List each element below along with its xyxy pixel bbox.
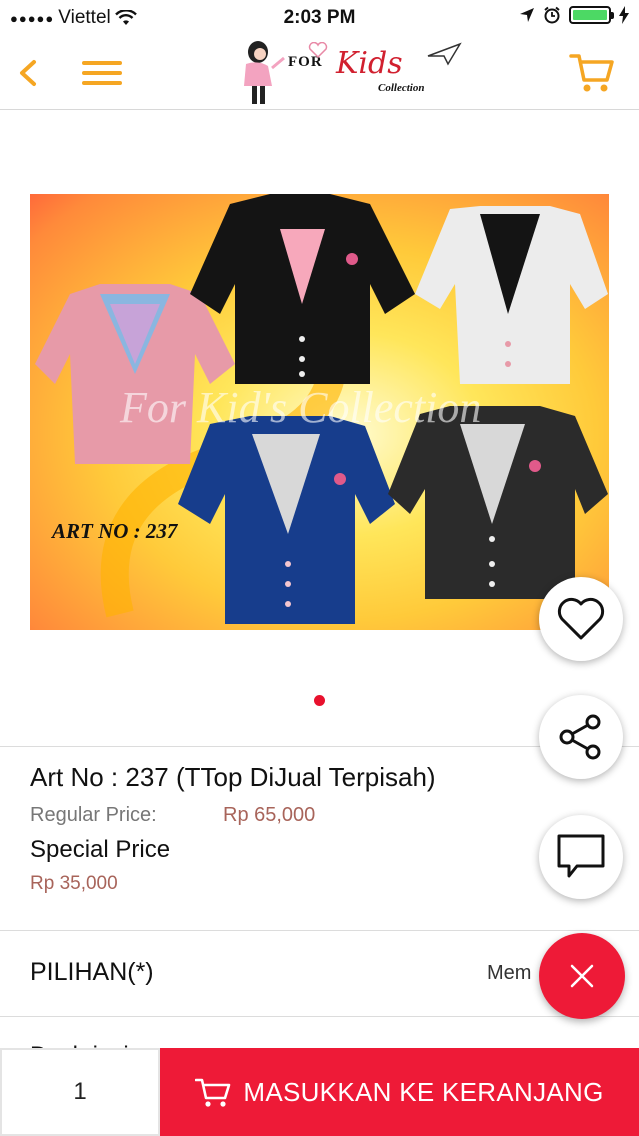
logo-text-collection: Collection xyxy=(378,82,425,94)
cart-icon xyxy=(195,1078,231,1107)
product-title: Art No : 237 (TTop DiJual Terpisah) xyxy=(30,762,436,792)
share-button[interactable] xyxy=(539,695,623,779)
quantity-input[interactable]: 1 xyxy=(0,1048,160,1136)
menu-icon[interactable] xyxy=(80,56,124,90)
carousel-indicator-active[interactable] xyxy=(314,695,325,706)
battery-fill xyxy=(573,10,607,20)
brand-logo[interactable]: FOR Kids Collection xyxy=(228,36,468,108)
image-art-label: ART NO : 237 xyxy=(52,519,178,543)
divider xyxy=(0,1016,639,1017)
options-select[interactable]: Mem xyxy=(487,962,531,985)
logo-paper-plane-icon xyxy=(427,42,462,66)
close-fab-button[interactable] xyxy=(539,933,625,1019)
regular-price-value: Rp 65,000 xyxy=(223,804,316,826)
share-icon xyxy=(559,714,601,760)
cart-icon[interactable] xyxy=(569,50,615,94)
charging-bolt-icon xyxy=(619,6,629,24)
back-chevron-icon[interactable] xyxy=(12,56,42,90)
special-price-value: Rp 35,000 xyxy=(30,873,118,894)
alarm-clock-icon xyxy=(544,6,560,24)
heart-icon xyxy=(557,597,605,640)
location-arrow-icon xyxy=(520,8,534,22)
product-image[interactable]: For Kid's Collection ART NO : 237 xyxy=(30,194,609,630)
battery-icon xyxy=(569,6,614,24)
app-header: FOR Kids Collection xyxy=(0,36,639,110)
add-to-cart-label: MASUKKAN KE KERANJANG xyxy=(243,1076,604,1107)
add-to-cart-button[interactable]: MASUKKAN KE KERANJANG xyxy=(160,1048,639,1136)
options-label: PILIHAN(*) xyxy=(30,958,154,986)
chat-button[interactable] xyxy=(539,815,623,899)
status-icons xyxy=(519,6,629,24)
logo-girl-icon xyxy=(244,41,285,104)
close-icon xyxy=(570,964,594,988)
charcoal-cardigan xyxy=(388,406,608,599)
wishlist-button[interactable] xyxy=(539,577,623,661)
logo-heart-icon xyxy=(308,42,328,58)
logo-text-kids: Kids xyxy=(336,46,403,81)
status-bar: ●●●●● Viettel 2:03 PM xyxy=(0,0,639,36)
chat-icon xyxy=(557,834,605,878)
white-cardigan xyxy=(415,206,608,384)
navy-cardigan xyxy=(178,416,395,624)
image-watermark: For Kid's Collection xyxy=(120,383,482,432)
special-price-label: Special Price xyxy=(30,836,171,863)
divider xyxy=(0,930,639,931)
regular-price-label: Regular Price: xyxy=(30,804,157,826)
